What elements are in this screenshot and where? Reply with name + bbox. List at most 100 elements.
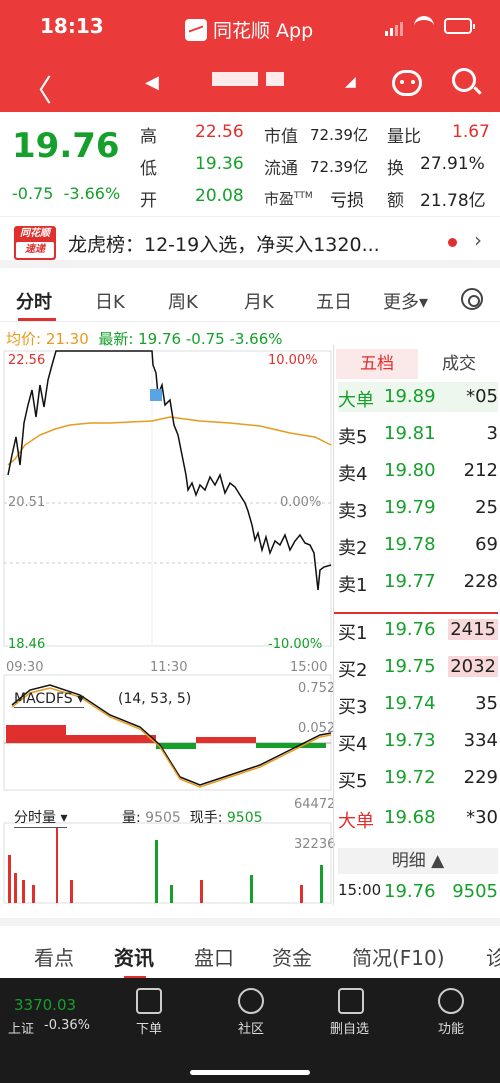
prev-stock-icon[interactable]: ◀ [145,72,159,93]
bottom-dock: 3370.03 上证 -0.36% 下单 社区 删自选 功能 [0,978,500,1083]
community-label[interactable]: 社区 [238,1018,264,1037]
back-button[interactable]: 〈 [22,66,52,110]
orderbook-row: 买5 19.72 229 [338,767,498,792]
tab-weekly[interactable]: 周K [168,288,198,314]
menu-icon[interactable] [438,988,464,1014]
community-icon[interactable] [238,988,264,1014]
menu-label[interactable]: 功能 [438,1018,464,1037]
assistant-robot-icon[interactable] [392,70,422,96]
volume-selector[interactable]: 分时量 ▾ [14,807,68,828]
intraday-chart[interactable]: 22.56 20.51 18.46 10.00% 0.00% -10.00% 0… [0,345,336,965]
news-ticker[interactable]: 同花顺 速递 龙虎榜：12-19入选，净买入1320... › [0,220,500,268]
tab-five-levels[interactable]: 五档 [336,349,418,379]
tab-trades[interactable]: 成交 [418,349,500,379]
index-name: 上证 [8,1022,35,1037]
volume-frame [3,822,332,904]
amount-value: 21.78亿 [420,191,486,211]
high-label: 高 [140,127,157,147]
order-icon[interactable] [136,988,162,1014]
float-label: 流通 [264,159,298,179]
pe-label: 市盈TTM [264,190,313,208]
active-tab-underline [18,318,56,321]
price-change: -0.75 -3.66% [12,184,121,203]
ask-bid-separator [334,612,498,614]
home-indicator [190,1070,310,1075]
pct-mid-label: 0.00% [280,495,322,510]
signal-marker [150,389,162,401]
orderbook-row: 卖1 19.77 228 [338,571,498,596]
tab-fiveday[interactable]: 五日 [316,288,352,314]
y-high-label: 22.56 [8,353,46,368]
volume-bars [8,827,323,903]
orderbook-row: 卖3 19.79 25 [338,497,498,522]
amount-label: 额 [387,191,404,211]
volume-ratio-label: 量比 [387,127,421,147]
tab-profile[interactable]: 简况(F10) [352,942,445,971]
news-logo: 同花顺 速递 [14,226,56,260]
chart-period-tabs: 分时 日K 周K 月K 五日 更多▾ [0,276,500,322]
mktcap-value: 72.39亿 [310,126,368,144]
orderbook-row: 买3 19.74 35 [338,693,498,718]
orderbook-row: 买2 19.75 2032 [338,656,498,681]
orderbook-row: 卖4 19.80 212 [338,460,498,485]
detail-button[interactable]: 明细 ▲ [338,848,498,874]
y-low-label: 18.46 [8,637,46,652]
stock-navbar: 〈 ◀ ◢ [0,58,500,112]
index-pct: -0.36% [44,1018,90,1033]
tab-intraday[interactable]: 分时 [16,288,52,314]
pct-high-label: 10.00% [268,353,318,368]
macd-selector[interactable]: MACDFS ▾ [14,691,85,708]
low-value: 19.36 [195,154,244,174]
open-value: 20.08 [195,186,244,206]
orderbook-row: 卖5 19.81 3 [338,423,498,448]
high-value: 22.56 [195,122,244,142]
pct-low-label: -10.00% [268,637,323,652]
orderbook-row: 大单 19.68 *30 [338,807,498,832]
volume-top-label: 64472 [294,797,336,812]
avg-price-line [7,416,332,466]
mktcap-label: 市值 [264,127,298,147]
app-name: 同花顺 App [213,20,314,42]
orderbook-row: 大单 19.89 *05 [338,382,498,412]
tab-highlights[interactable]: 看点 [34,942,74,971]
volume-mid-label: 32236 [294,837,336,852]
orderbook-row: 卖2 19.78 69 [338,534,498,559]
macd-params: (14, 53, 5) [118,691,192,707]
tab-funds[interactable]: 资金 [272,942,312,971]
turnover-label: 换 [387,159,404,179]
tab-daily[interactable]: 日K [95,288,125,314]
app-indicator: 同花顺 App [185,16,313,43]
last-trade-row: 15:00 19.76 9505 [338,881,498,902]
settings-icon[interactable] [461,288,483,310]
signal-icon [385,22,403,36]
tab-orderbook[interactable]: 盘口 [194,942,234,971]
wifi-icon [414,16,434,30]
tab-monthly[interactable]: 月K [244,288,274,314]
search-icon[interactable] [452,68,476,92]
volume-readout: 量: 9505 现手: 9505 [122,810,263,826]
time-label-mid: 11:30 [150,660,188,675]
tab-more[interactable]: 更多▾ [383,288,428,314]
y-mid-label: 20.51 [8,495,46,510]
chevron-right-icon[interactable]: › [474,228,482,252]
chart-svg [3,350,332,904]
turnover-value: 27.91% [420,154,485,174]
index-value[interactable]: 3370.03 [14,996,76,1014]
news-text[interactable]: 龙虎榜：12-19入选，净买入1320... [68,230,380,257]
battery-icon [444,18,475,34]
tab-news[interactable]: 资讯 [114,942,154,971]
volume-ratio-value: 1.67 [452,122,490,142]
stock-name-redacted [212,72,297,92]
time-label-close: 15:00 [290,660,328,675]
remove-watchlist-icon[interactable] [338,988,364,1014]
unread-dot [448,238,457,247]
stock-dropdown-icon[interactable]: ◢ [345,74,356,90]
orderbook-row: 买4 19.73 334 [338,730,498,755]
last-price: 19.76 [12,126,120,166]
orderbook-row: 买1 19.76 2415 [338,619,498,644]
order-label[interactable]: 下单 [136,1018,162,1037]
macd-top-label: 0.752 [298,681,336,696]
tab-diagnosis[interactable]: 诊 [486,942,500,971]
pe-value: 亏损 [330,191,364,211]
remove-watchlist-label[interactable]: 删自选 [330,1018,369,1037]
